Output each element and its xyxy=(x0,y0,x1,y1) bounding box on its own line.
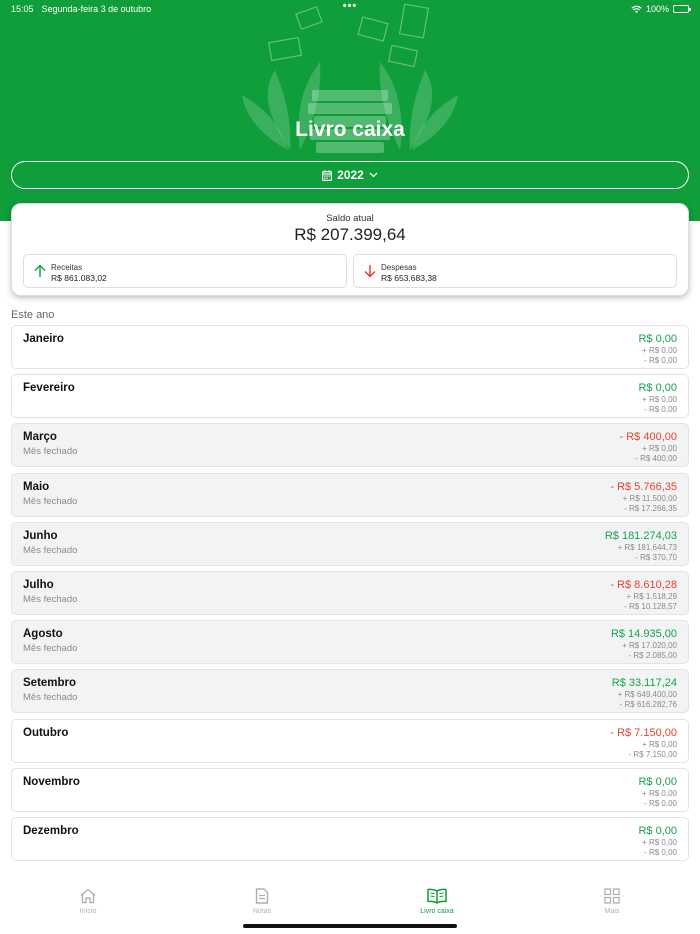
book-icon xyxy=(427,888,447,904)
month-status: Mês fechado xyxy=(23,495,78,507)
month-income: + R$ 11.500,00 xyxy=(622,493,677,503)
page-title: Livro caixa xyxy=(295,118,405,141)
expense-card[interactable]: Despesas R$ 653.683,38 xyxy=(353,254,677,288)
status-time: 15:05 xyxy=(11,4,34,14)
month-income: + R$ 181.644,73 xyxy=(617,542,677,552)
month-name: Maio xyxy=(23,480,50,493)
month-row[interactable]: Novembro R$ 0,00 + R$ 0,00- R$ 0,00 xyxy=(11,767,689,812)
month-row[interactable]: Junho Mês fechado R$ 181.274,03 + R$ 181.64… xyxy=(11,521,689,566)
tab-notas[interactable]: Notas xyxy=(217,888,307,915)
battery-percent: 100% xyxy=(645,4,669,14)
arrow-up-icon xyxy=(34,264,46,277)
document-icon xyxy=(255,888,269,904)
month-row[interactable]: Março Mês fechado - R$ 400,00 + R$ 0,00- R$… xyxy=(11,423,689,468)
expense-label: Despesas xyxy=(381,263,417,272)
month-name: Agosto xyxy=(23,628,63,641)
year-label: 2022 xyxy=(337,168,364,182)
month-total: R$ 33.117,24 xyxy=(611,677,677,690)
battery-icon xyxy=(673,5,691,13)
month-row[interactable]: Janeiro R$ 0,00 + R$ 0,00- R$ 0,00 xyxy=(11,325,689,369)
month-total: R$ 14.935,00 xyxy=(610,628,677,641)
month-income: + R$ 0,00 xyxy=(642,346,677,355)
chevron-down-icon xyxy=(369,172,378,178)
tab-label: Notas xyxy=(252,908,272,915)
grid-icon xyxy=(604,888,620,904)
home-indicator[interactable] xyxy=(243,924,457,928)
month-income: + R$ 0,00 xyxy=(642,788,677,798)
month-expense: - R$ 17.266,35 xyxy=(624,503,677,513)
month-name: Novembro xyxy=(23,775,80,788)
month-status: Mês fechado xyxy=(23,643,78,655)
month-total: - R$ 5.766,35 xyxy=(610,480,677,493)
month-row[interactable]: Maio Mês fechado - R$ 5.766,35 + R$ 11.500,… xyxy=(11,472,689,517)
tab-livro-caixa[interactable]: Livro caixa xyxy=(392,888,482,915)
tab-label: Mais xyxy=(604,908,620,915)
month-name: Fevereiro xyxy=(23,382,75,395)
month-expense: - R$ 616.282,76 xyxy=(619,700,677,710)
balance-value: R$ 207.399,64 xyxy=(294,225,406,244)
month-row[interactable]: Agosto Mês fechado R$ 14.935,00 + R$ 17.020… xyxy=(11,620,689,665)
income-value: R$ 861.083,02 xyxy=(51,273,107,283)
month-expense: - R$ 0,00 xyxy=(644,798,677,808)
calendar-icon xyxy=(322,169,333,181)
month-status: Mês fechado xyxy=(23,692,78,704)
month-name: Julho xyxy=(23,578,54,591)
month-name: Outubro xyxy=(23,726,69,739)
month-total: R$ 0,00 xyxy=(638,382,677,395)
month-expense: - R$ 400,00 xyxy=(635,454,677,464)
month-expense: - R$ 10.128,57 xyxy=(624,601,677,611)
month-income: + R$ 0,00 xyxy=(642,395,677,405)
month-row[interactable]: Fevereiro R$ 0,00 + R$ 0,00- R$ 0,00 xyxy=(11,374,689,419)
month-income: + R$ 0,00 xyxy=(642,444,677,454)
header-banner: 15:05 Segunda-feira 3 de outubro ••• 100… xyxy=(0,0,700,221)
month-expense: - R$ 2.085,00 xyxy=(628,651,677,661)
month-total: R$ 181.274,03 xyxy=(604,529,677,542)
section-title: Este ano xyxy=(11,309,55,321)
month-income: + R$ 0,00 xyxy=(642,837,677,847)
month-name: Março xyxy=(23,431,57,444)
year-selector-button[interactable]: 2022 xyxy=(11,161,689,189)
month-row[interactable]: Setembro Mês fechado R$ 33.117,24 + R$ 649.… xyxy=(11,669,689,714)
month-row[interactable]: Outubro - R$ 7.150,00 + R$ 0,00- R$ 7.150,… xyxy=(11,718,689,763)
income-card[interactable]: Receitas R$ 861.083,02 xyxy=(23,254,347,288)
month-total: - R$ 8.610,28 xyxy=(610,578,677,591)
tab-label: Início xyxy=(79,908,97,915)
month-name: Junho xyxy=(23,529,58,542)
tab-mais[interactable]: Mais xyxy=(567,888,657,915)
month-income: + R$ 1.518,29 xyxy=(626,591,677,601)
month-row[interactable]: Julho Mês fechado - R$ 8.610,28 + R$ 1.518,… xyxy=(11,570,689,615)
month-name: Janeiro xyxy=(23,333,64,345)
tab-label: Livro caixa xyxy=(420,908,454,915)
month-expense: - R$ 0,00 xyxy=(644,405,677,415)
home-icon xyxy=(80,888,96,904)
balance-card: Saldo atual R$ 207.399,64 Receitas R$ 86… xyxy=(11,203,689,296)
month-expense: - R$ 0,00 xyxy=(644,356,677,365)
income-label: Receitas xyxy=(51,263,83,272)
arrow-down-icon xyxy=(364,265,376,278)
month-status: Mês fechado xyxy=(23,544,78,556)
month-total: R$ 0,00 xyxy=(638,824,677,837)
month-total: R$ 0,00 xyxy=(638,333,677,345)
month-expense: - R$ 7.150,00 xyxy=(628,749,677,759)
month-status: Mês fechado xyxy=(23,593,78,605)
month-income: + R$ 17.020,00 xyxy=(622,641,677,651)
month-total: - R$ 7.150,00 xyxy=(610,726,677,739)
month-income: + R$ 0,00 xyxy=(642,739,677,749)
month-expense: - R$ 370,70 xyxy=(635,552,677,562)
month-total: R$ 0,00 xyxy=(638,775,677,788)
month-total: - R$ 400,00 xyxy=(619,431,677,444)
month-income: + R$ 649.400,00 xyxy=(617,690,677,700)
status-date: Segunda-feira 3 de outubro xyxy=(41,4,152,14)
month-expense: - R$ 0,00 xyxy=(644,847,677,857)
months-list: Janeiro R$ 0,00 + R$ 0,00- R$ 0,00 Fevereir… xyxy=(11,325,689,866)
wifi-icon xyxy=(631,5,642,13)
month-name: Dezembro xyxy=(23,824,79,837)
expense-value: R$ 653.683,38 xyxy=(381,273,437,283)
month-name: Setembro xyxy=(23,677,77,690)
balance-label: Saldo atual xyxy=(326,213,374,224)
month-row[interactable]: Dezembro R$ 0,00 + R$ 0,00- R$ 0,00 xyxy=(11,816,689,861)
tab-inicio[interactable]: Início xyxy=(43,888,133,915)
month-status: Mês fechado xyxy=(23,446,78,458)
